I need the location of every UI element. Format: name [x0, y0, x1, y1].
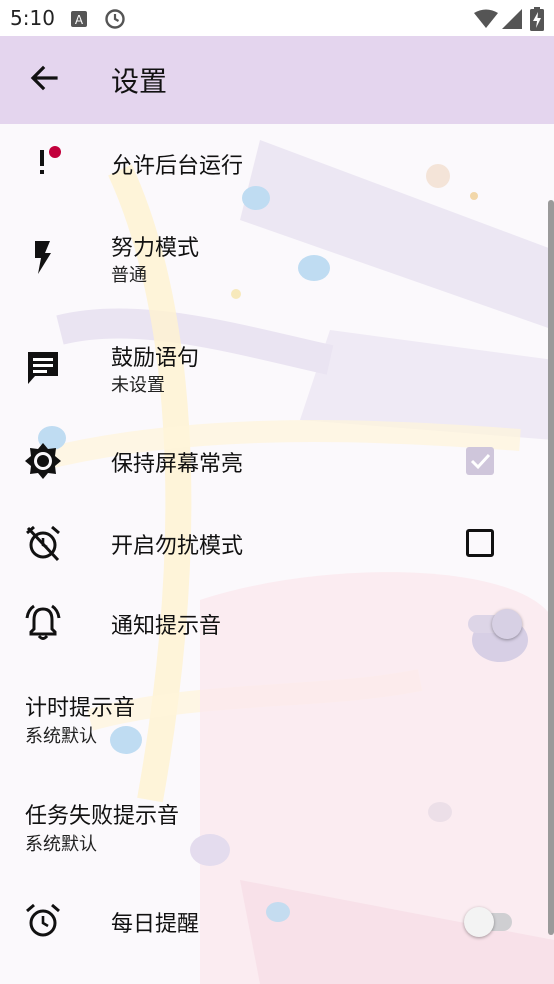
flash-icon	[35, 241, 51, 274]
setting-effort-mode[interactable]: 努力模式 普通	[0, 210, 554, 302]
keep-screen-on-checkbox[interactable]	[466, 447, 494, 475]
brightness-icon	[25, 443, 61, 479]
a-box-icon: A	[71, 11, 87, 27]
setting-encourage-text[interactable]: 鼓励语句 未设置	[0, 320, 554, 412]
alarm-icon	[26, 903, 60, 937]
setting-subtitle: 系统默认	[25, 834, 97, 855]
alarm-off-icon	[26, 525, 60, 562]
setting-background-run[interactable]: 允许后台运行	[0, 124, 554, 204]
status-time: 5:10	[10, 6, 55, 30]
setting-keep-screen-on[interactable]: 保持屏幕常亮	[0, 422, 554, 502]
bell-ring-icon	[25, 604, 61, 640]
signal-icon	[502, 9, 522, 29]
message-icon	[28, 352, 58, 384]
setting-daily-reminder[interactable]: 每日提醒	[0, 882, 554, 962]
setting-subtitle: 未设置	[111, 375, 165, 396]
app-bar: 设置	[0, 36, 554, 124]
svg-text:A: A	[75, 13, 84, 27]
setting-label: 努力模式	[111, 236, 200, 261]
setting-timer-sound[interactable]: 计时提示音 系统默认	[0, 684, 554, 764]
setting-label: 每日提醒	[111, 912, 200, 937]
setting-subtitle: 系统默认	[25, 726, 97, 747]
setting-label: 允许后台运行	[111, 154, 244, 179]
setting-label: 开启勿扰模式	[111, 534, 244, 559]
setting-label: 通知提示音	[111, 614, 222, 639]
check-icon	[470, 453, 491, 470]
status-bar: 5:10 A	[0, 0, 554, 36]
do-not-disturb-checkbox[interactable]	[466, 529, 494, 557]
arrow-left-icon[interactable]	[26, 60, 62, 96]
setting-notification-sound[interactable]: 通知提示音	[0, 584, 554, 664]
daily-reminder-switch-thumb[interactable]	[464, 907, 494, 937]
setting-subtitle: 普通	[111, 265, 147, 286]
clock-icon	[105, 9, 125, 29]
setting-label: 任务失败提示音	[25, 804, 180, 829]
notification-sound-switch-thumb[interactable]	[492, 609, 522, 639]
settings-list: 允许后台运行 努力模式 普通 鼓励语句 未设置 保持屏幕常亮 开启勿扰模式 通知…	[0, 124, 554, 984]
setting-do-not-disturb[interactable]: 开启勿扰模式	[0, 504, 554, 584]
setting-label: 计时提示音	[25, 696, 136, 721]
setting-label: 保持屏幕常亮	[111, 452, 244, 477]
battery-charging-icon	[530, 7, 544, 31]
setting-task-fail-sound[interactable]: 任务失败提示音 系统默认	[0, 792, 554, 872]
setting-label: 鼓励语句	[111, 346, 200, 371]
wifi-icon	[474, 9, 498, 28]
exclamation-badge-icon	[40, 146, 61, 174]
scrollbar[interactable]	[548, 200, 554, 935]
page-title: 设置	[111, 65, 168, 98]
